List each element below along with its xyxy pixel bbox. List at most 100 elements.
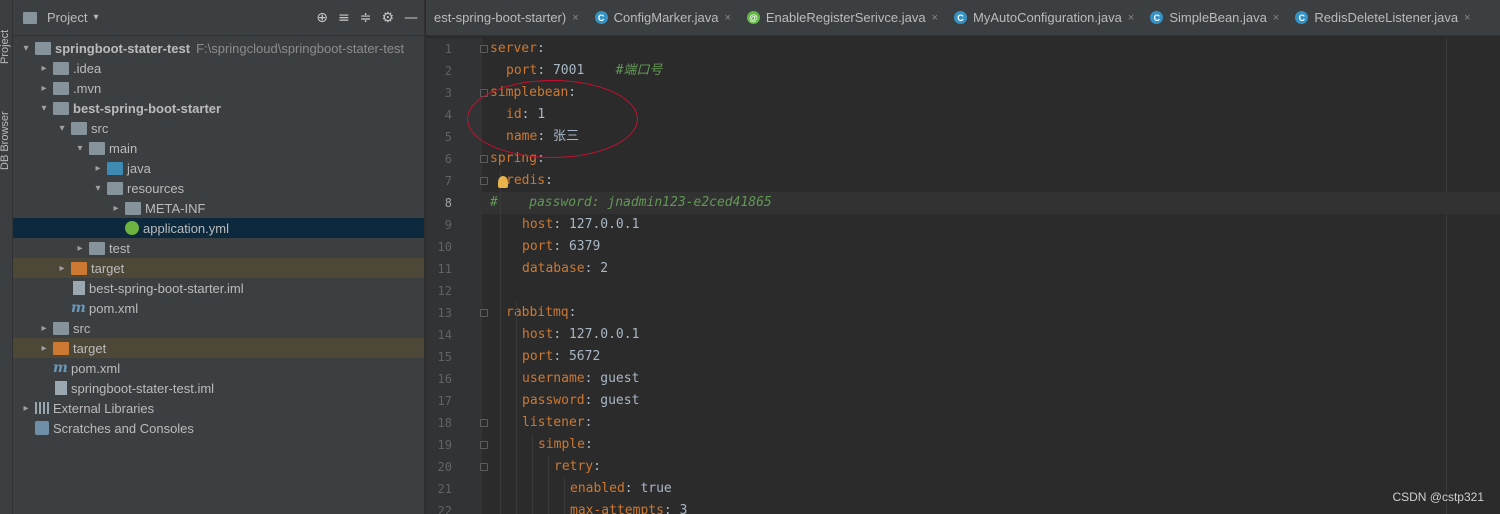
lightbulb-icon[interactable] — [498, 176, 508, 188]
chevron-down-icon[interactable]: ▾ — [91, 183, 105, 194]
yaml-separator: : — [553, 349, 569, 364]
tree-item[interactable]: ▸ target — [13, 338, 424, 358]
yaml-comment: # password: jnadmin123-e2ced41865 — [490, 195, 772, 210]
tree-item[interactable]: ▸ target — [13, 258, 424, 278]
tree-item[interactable]: ▾ resources — [13, 178, 424, 198]
yaml-key: port — [522, 239, 554, 254]
tree-item[interactable]: application.yml — [13, 218, 424, 238]
yaml-value: guest — [600, 393, 640, 408]
editor-tab[interactable]: est-spring-boot-starter) × — [426, 0, 587, 35]
line-number: 18 — [437, 416, 452, 430]
line-number: 20 — [437, 460, 452, 474]
yaml-separator: : — [584, 261, 601, 276]
tree-item[interactable]: Scratches and Consoles — [13, 418, 424, 438]
yaml-separator: : — [584, 415, 593, 430]
editor-tab-label: ConfigMarker.java — [613, 10, 719, 25]
fold-marker-icon[interactable] — [480, 419, 488, 427]
fold-marker-icon[interactable] — [480, 463, 488, 471]
code-line: host: 127.0.0.1 — [522, 324, 639, 346]
tree-item[interactable]: ▸ test — [13, 238, 424, 258]
close-icon[interactable]: × — [1128, 12, 1134, 24]
project-tool-tab[interactable]: Project — [0, 30, 11, 64]
line-number: 9 — [444, 218, 452, 232]
close-icon[interactable]: × — [1464, 12, 1470, 24]
chevron-right-icon[interactable]: ▸ — [55, 263, 69, 274]
yaml-value: 127.0.0.1 — [568, 217, 640, 232]
code-line: max-attempts: 3 — [570, 500, 687, 514]
fold-marker-icon[interactable] — [480, 155, 488, 163]
chevron-right-icon[interactable]: ▸ — [37, 63, 51, 74]
code-line: simple: — [538, 434, 593, 456]
chevron-right-icon[interactable]: ▸ — [73, 243, 87, 254]
expand-all-icon[interactable]: ≡ — [338, 10, 350, 26]
tree-item-label: src — [91, 120, 109, 136]
yaml-key: server — [490, 41, 537, 56]
tree-item[interactable]: ▾ main — [13, 138, 424, 158]
close-icon[interactable]: × — [724, 12, 730, 24]
editor-tab[interactable]: C MyAutoConfiguration.java × — [946, 0, 1142, 35]
editor-tab[interactable]: C ConfigMarker.java × — [587, 0, 739, 35]
chevron-right-icon[interactable]: ▸ — [109, 203, 123, 214]
file-icon — [55, 381, 67, 395]
tree-item[interactable]: m pom.xml — [13, 298, 424, 318]
chevron-right-icon[interactable]: ▸ — [37, 83, 51, 94]
tree-item[interactable]: ▾ src — [13, 118, 424, 138]
chevron-right-icon[interactable]: ▸ — [19, 403, 33, 414]
chevron-right-icon[interactable]: ▸ — [37, 323, 51, 334]
close-icon[interactable]: × — [1273, 12, 1279, 24]
tree-item[interactable]: ▾ springboot-stater-test F:\springcloud\sp… — [13, 38, 424, 58]
tree-item[interactable]: ▸ .idea — [13, 58, 424, 78]
yaml-separator: : — [553, 327, 569, 342]
chevron-right-icon[interactable]: ▸ — [91, 163, 105, 174]
tree-item[interactable]: best-spring-boot-starter.iml — [13, 278, 424, 298]
chevron-down-icon[interactable]: ▾ — [55, 123, 69, 134]
fold-marker-icon[interactable] — [480, 177, 488, 185]
tool-window-strip: Project DB Browser — [0, 0, 13, 514]
chevron-down-icon[interactable]: ▾ — [73, 143, 87, 154]
tree-item-label: springboot-stater-test — [55, 40, 191, 56]
folder-icon — [53, 61, 69, 75]
tree-item[interactable]: ▾ best-spring-boot-starter — [13, 98, 424, 118]
close-icon[interactable]: × — [572, 12, 578, 24]
tree-item-label: External Libraries — [53, 400, 155, 416]
editor-tab[interactable]: C RedisDeleteListener.java × — [1287, 0, 1478, 35]
tree-item[interactable]: ▸ .mvn — [13, 78, 424, 98]
tree-item-label: .idea — [73, 60, 102, 76]
line-number: 19 — [437, 438, 452, 452]
yaml-separator: : — [584, 393, 601, 408]
collapse-all-icon[interactable]: ≑ — [360, 10, 372, 26]
tree-item[interactable]: ▸ java — [13, 158, 424, 178]
tree-item[interactable]: ▸ src — [13, 318, 424, 338]
line-number: 12 — [437, 284, 452, 298]
db-browser-tool-tab[interactable]: DB Browser — [0, 111, 11, 170]
code-line: listener: — [522, 412, 592, 434]
minimize-icon[interactable]: — — [404, 10, 418, 26]
fold-marker-icon[interactable] — [480, 441, 488, 449]
chevron-right-icon[interactable]: ▸ — [37, 343, 51, 354]
folder-icon — [107, 161, 123, 175]
gear-icon[interactable]: ⚙ — [381, 10, 394, 26]
yaml-value: guest — [600, 371, 640, 386]
line-number: 2 — [444, 64, 452, 78]
chevron-down-icon[interactable]: ▾ — [19, 43, 33, 54]
locate-icon[interactable]: ⊕ — [316, 10, 328, 26]
tree-item[interactable]: ▸ META-INF — [13, 198, 424, 218]
chevron-down-icon[interactable]: ▾ — [37, 103, 51, 114]
close-icon[interactable]: × — [932, 12, 938, 24]
yaml-separator: : — [584, 437, 593, 452]
project-panel-title[interactable]: Project — [47, 10, 87, 25]
tree-item-label: pom.xml — [71, 360, 121, 376]
tree-item[interactable]: m pom.xml — [13, 358, 424, 378]
code-view[interactable]: server: port: 7001 #端口号 simplebean: id: 1 na… — [482, 38, 1500, 514]
project-panel: Project ▾ ⊕ ≡ ≑ ⚙ — ▾ springboot-stater-t… — [13, 0, 425, 514]
chevron-down-icon[interactable]: ▾ — [93, 12, 98, 23]
editor-tab[interactable]: @ EnableRegisterSerivce.java × — [739, 0, 946, 35]
tree-item-label: pom.xml — [89, 300, 139, 316]
editor-tab[interactable]: C SimpleBean.java × — [1142, 0, 1287, 35]
tree-item-label: META-INF — [145, 200, 206, 216]
fold-marker-icon[interactable] — [480, 309, 488, 317]
fold-marker-icon[interactable] — [480, 45, 488, 53]
tree-item[interactable]: springboot-stater-test.iml — [13, 378, 424, 398]
tree-item[interactable]: ▸ External Libraries — [13, 398, 424, 418]
indent-guide — [564, 478, 565, 514]
